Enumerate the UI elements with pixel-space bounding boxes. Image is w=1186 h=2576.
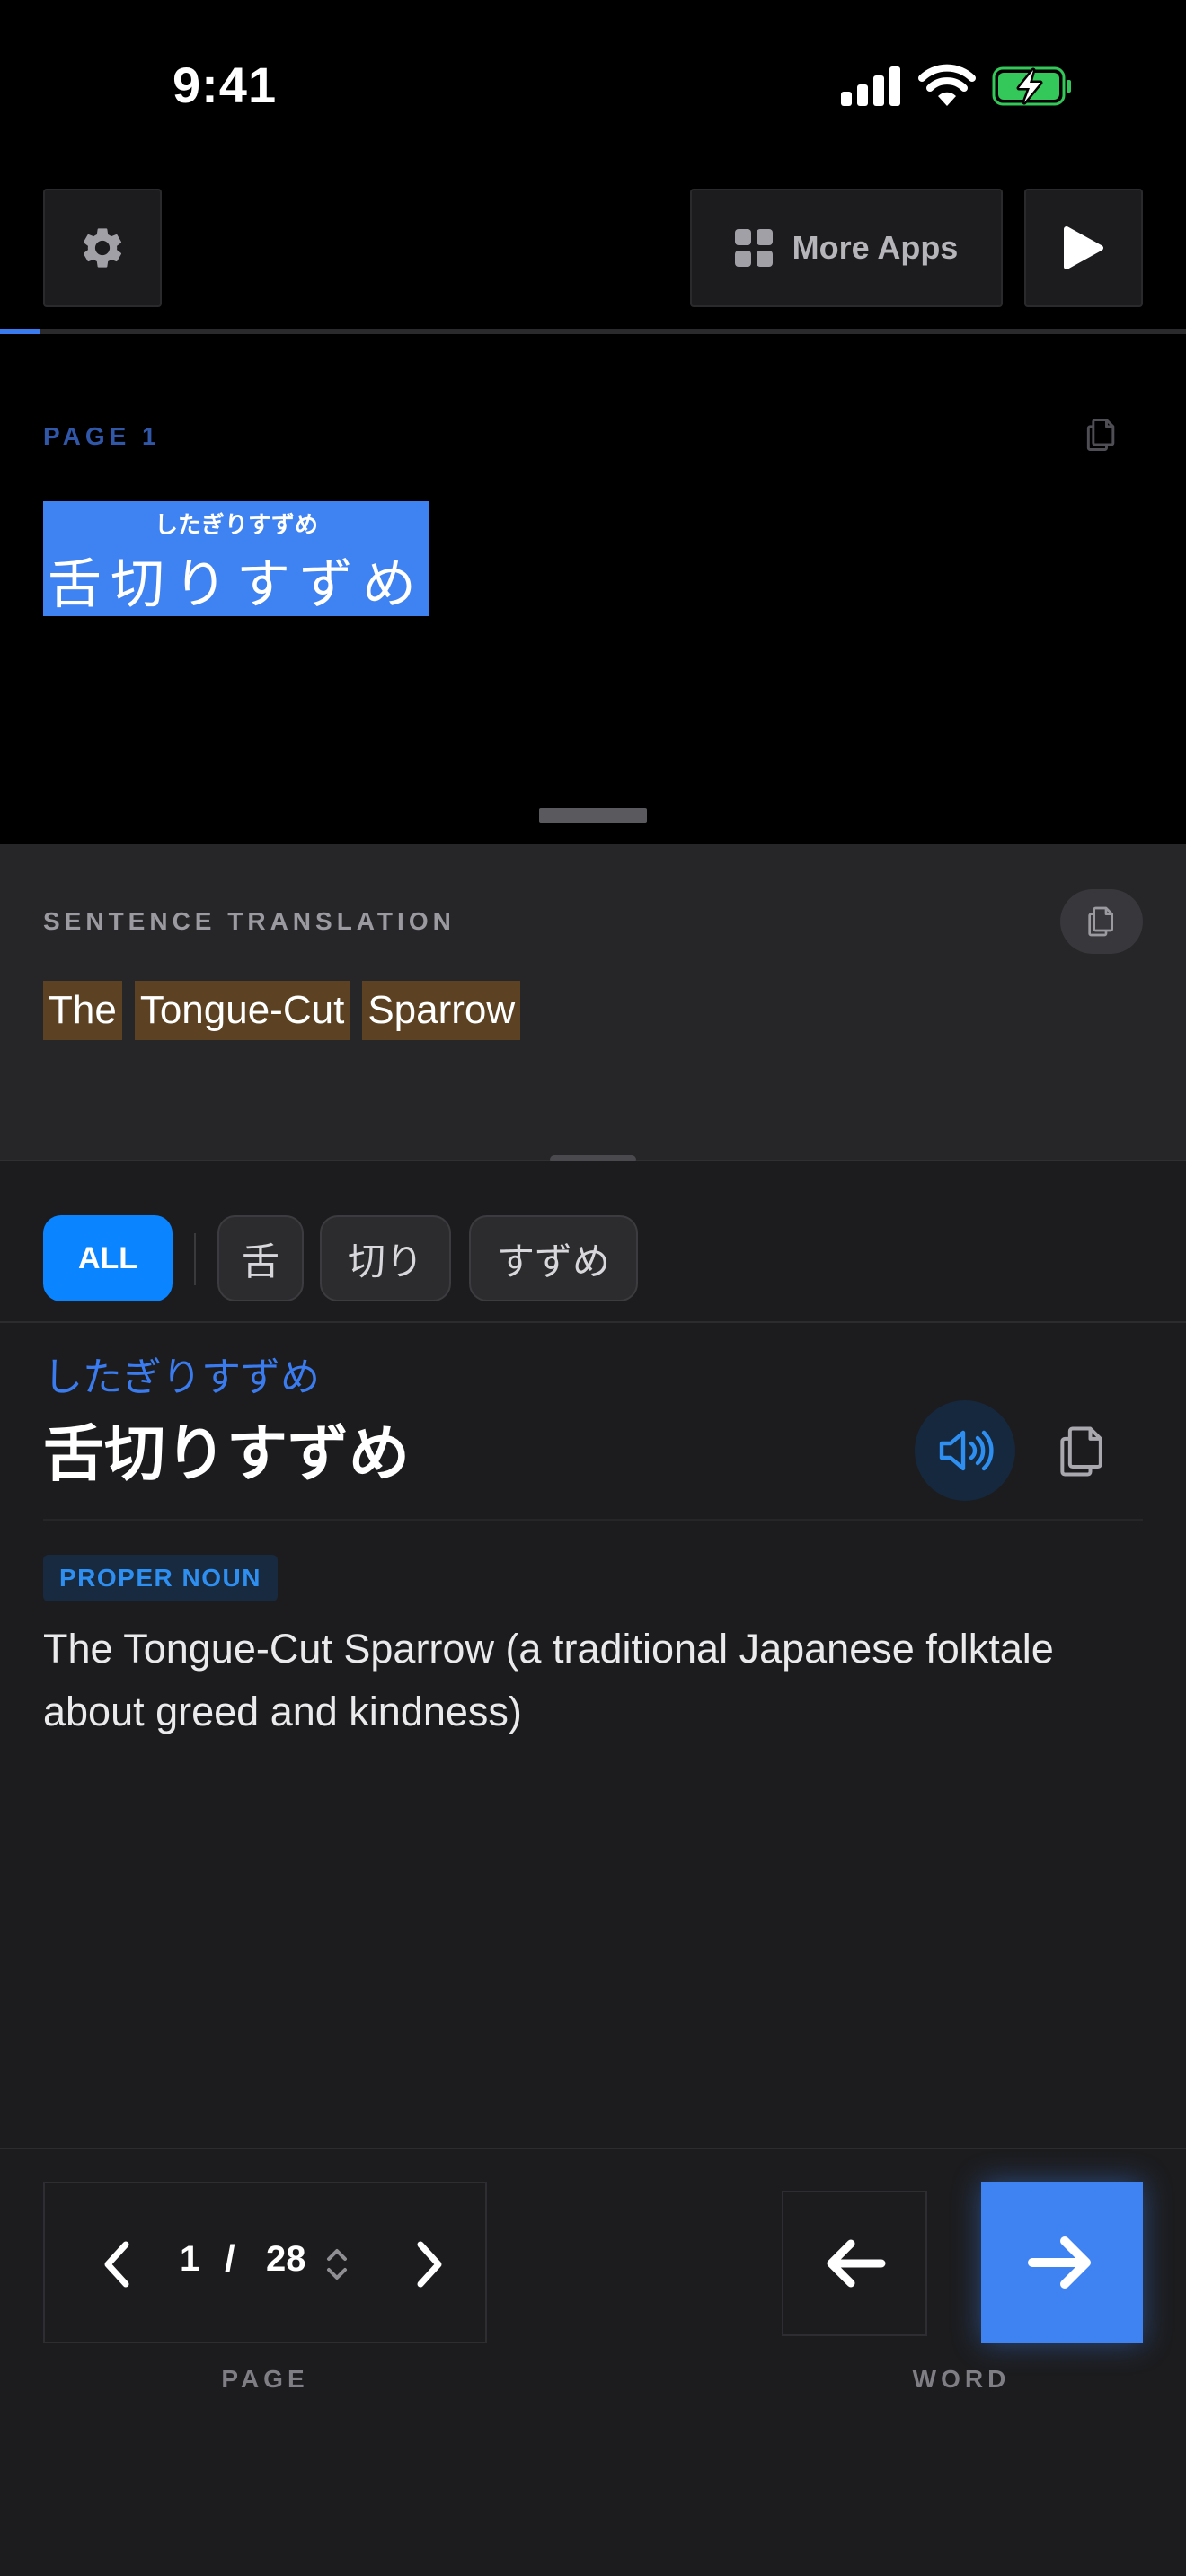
more-apps-label: More Apps: [792, 229, 959, 266]
token-text: 舌切りすずめ: [48, 554, 425, 614]
translation-panel: SENTENCE TRANSLATION The Tongue-Cut Spar…: [0, 844, 1186, 1160]
filter-chip-word[interactable]: 切り: [320, 1215, 451, 1301]
divider: [43, 1519, 1143, 1521]
more-apps-button[interactable]: More Apps: [690, 189, 1003, 307]
current-page-number[interactable]: 1: [180, 2239, 199, 2280]
filter-chip-all[interactable]: ALL: [43, 1215, 173, 1301]
page-nav-caption: PAGE: [221, 2365, 309, 2393]
filter-chip-word[interactable]: 舌: [217, 1215, 304, 1301]
play-icon: [1064, 226, 1103, 269]
cellular-signal-icon: [841, 66, 902, 106]
page-label: PAGE 1: [43, 422, 161, 450]
status-bar: 9:41: [0, 0, 1186, 171]
entry-copy-button[interactable]: [1042, 1411, 1123, 1492]
translation-word[interactable]: Sparrow: [362, 981, 521, 1040]
filter-chip-word[interactable]: すずめ: [469, 1215, 638, 1301]
wifi-icon: [918, 64, 976, 106]
pronounce-button[interactable]: [915, 1400, 1015, 1501]
copy-icon: [1088, 906, 1113, 937]
settings-button[interactable]: [43, 189, 162, 307]
word-nav-caption: WORD: [912, 2365, 1011, 2393]
translation-sentence: The Tongue-Cut Sparrow: [43, 981, 521, 1040]
part-of-speech-badge: PROPER NOUN: [43, 1555, 278, 1601]
entry-definition: The Tongue-Cut Sparrow (a traditional Ja…: [43, 1626, 1054, 1734]
token-furigana: したぎりすずめ: [154, 511, 318, 538]
chevron-left-icon: [104, 2241, 129, 2288]
translation-copy-button[interactable]: [1060, 889, 1143, 954]
dictionary-panel: ALL 舌 切り すずめ したぎりすずめ 舌切りすずめ PROPER NOUN …: [0, 1161, 1186, 2576]
speaker-icon: [939, 1430, 994, 1471]
total-pages: 28: [266, 2239, 306, 2279]
sentence-token[interactable]: したぎりすずめ 舌切りすずめ: [43, 501, 429, 616]
translation-heading: SENTENCE TRANSLATION: [43, 907, 456, 935]
previous-word-button[interactable]: [782, 2191, 927, 2336]
previous-page-button[interactable]: [81, 2228, 153, 2300]
next-page-button[interactable]: [394, 2228, 465, 2300]
chevron-right-icon: [417, 2241, 442, 2288]
translation-word[interactable]: The: [43, 981, 122, 1040]
copy-icon[interactable]: [1082, 415, 1121, 454]
next-word-button[interactable]: [981, 2182, 1143, 2343]
copy-icon: [1060, 1426, 1102, 1477]
divider: [0, 2148, 1186, 2149]
status-time: 9:41: [173, 57, 278, 113]
page-navigator: 1 / 28: [43, 2182, 487, 2343]
chip-separator: [194, 1233, 196, 1285]
grid-icon: [734, 229, 773, 267]
divider: [0, 1321, 1186, 1323]
entry-headword: 舌切りすずめ: [43, 1420, 411, 1488]
play-button[interactable]: [1024, 189, 1143, 307]
arrow-left-icon: [827, 2239, 886, 2288]
arrow-right-icon: [1028, 2236, 1091, 2289]
battery-charging-icon: [992, 66, 1071, 106]
translation-word[interactable]: Tongue-Cut: [134, 981, 350, 1040]
page-separator: /: [225, 2237, 235, 2280]
sheet-drag-handle[interactable]: [539, 808, 647, 823]
page-stepper-icon[interactable]: [323, 2245, 350, 2284]
reading-progress-bar: [0, 329, 1186, 334]
entry-reading: したぎりすずめ: [43, 1355, 320, 1399]
reading-progress-fill: [0, 329, 40, 334]
gear-icon: [83, 228, 122, 268]
